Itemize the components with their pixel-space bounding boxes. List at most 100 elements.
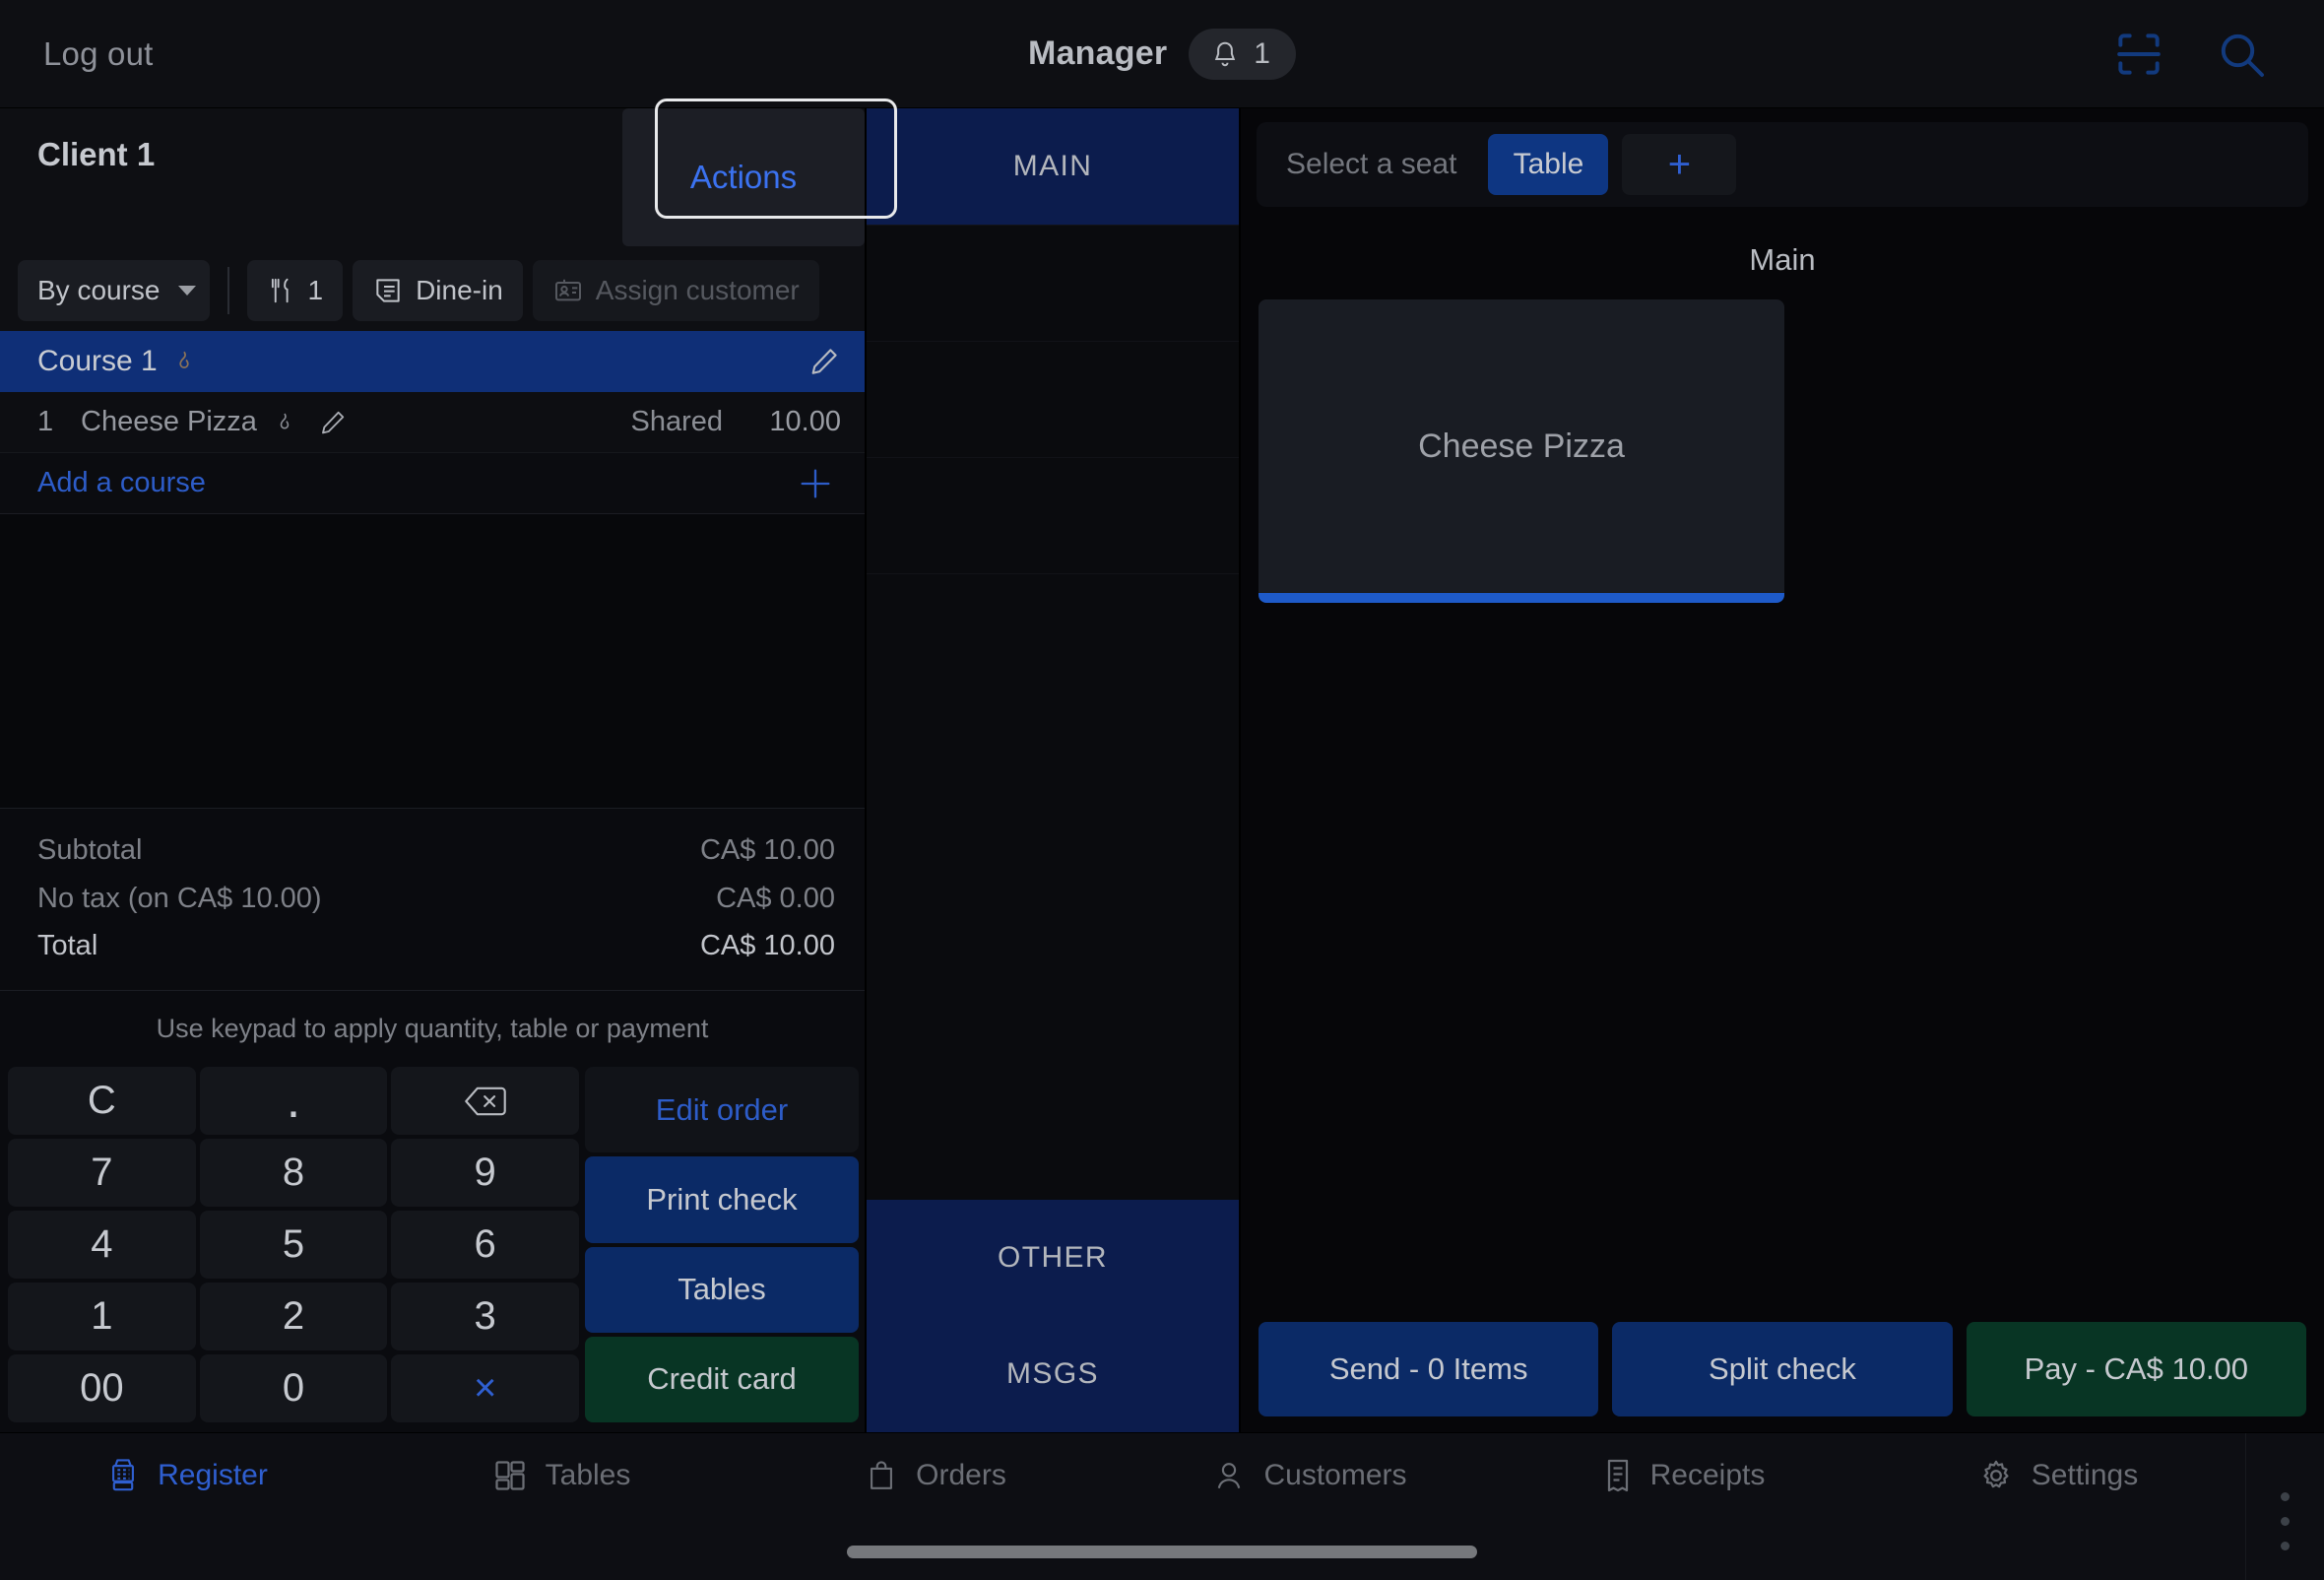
- key-6[interactable]: 6: [391, 1211, 579, 1279]
- key-0[interactable]: 0: [199, 1354, 388, 1422]
- add-course-button[interactable]: Add a course: [0, 453, 865, 514]
- edit-order-button[interactable]: Edit order: [585, 1067, 859, 1153]
- send-button[interactable]: Send - 0 Items: [1259, 1322, 1599, 1416]
- keypad-hint: Use keypad to apply quantity, table or p…: [0, 990, 865, 1067]
- customer-card-icon: [552, 275, 584, 306]
- seat-tab-table[interactable]: Table: [1488, 134, 1609, 195]
- backspace-icon: [463, 1085, 508, 1118]
- logout-button[interactable]: Log out: [43, 35, 154, 73]
- key-7[interactable]: 7: [8, 1139, 196, 1207]
- bell-icon: [1210, 38, 1240, 70]
- sort-by-course-dropdown[interactable]: By course: [18, 260, 210, 321]
- split-check-button[interactable]: Split check: [1612, 1322, 1953, 1416]
- course-row[interactable]: Course 1: [0, 331, 865, 392]
- pos-app: Log out Manager 1 Client 1 Actions By co…: [0, 0, 2324, 1580]
- seat-selector-label: Select a seat: [1286, 148, 1457, 180]
- nav-label-receipts: Receipts: [1649, 1459, 1766, 1491]
- order-totals: Subtotal CA$ 10.00 No tax (on CA$ 10.00)…: [0, 807, 865, 990]
- item-seat: Shared: [630, 406, 723, 437]
- edit-course-icon[interactable]: [807, 345, 841, 378]
- nav-label-register: Register: [158, 1459, 268, 1491]
- shopping-bag-icon: [865, 1458, 898, 1493]
- assign-customer-button[interactable]: Assign customer: [532, 260, 819, 321]
- category-slot-empty[interactable]: [867, 225, 1239, 341]
- total-value: CA$ 10.00: [699, 930, 835, 962]
- nav-item-settings[interactable]: Settings: [1871, 1458, 2245, 1493]
- nav-label-tables: Tables: [545, 1459, 631, 1491]
- bottom-navigation: Register Tables Orders Customers Receipt…: [0, 1432, 2324, 1580]
- nav-label-customers: Customers: [1263, 1459, 1407, 1491]
- totals-row: Subtotal CA$ 10.00: [37, 826, 835, 875]
- key-8[interactable]: 8: [199, 1139, 388, 1207]
- nav-item-register[interactable]: Register: [0, 1457, 374, 1494]
- category-spacer: [867, 690, 1239, 1200]
- register-icon: [106, 1457, 140, 1494]
- nav-item-customers[interactable]: Customers: [1123, 1458, 1497, 1493]
- key-decimal[interactable]: .: [199, 1067, 388, 1135]
- guest-count: 1: [307, 275, 324, 305]
- total-label: Total: [37, 930, 98, 962]
- key-clear[interactable]: C: [8, 1067, 196, 1135]
- key-backspace[interactable]: [391, 1067, 579, 1135]
- gear-icon: [1978, 1458, 2014, 1493]
- edit-item-icon[interactable]: [318, 408, 348, 437]
- key-2[interactable]: 2: [199, 1283, 388, 1350]
- key-double-zero[interactable]: 00: [8, 1354, 196, 1422]
- add-seat-button[interactable]: +: [1622, 134, 1737, 195]
- chevron-down-icon: [177, 286, 196, 296]
- key-multiply[interactable]: ×: [391, 1354, 579, 1422]
- plus-icon: [796, 464, 835, 503]
- nav-label-settings: Settings: [2031, 1459, 2139, 1491]
- vertical-dots-icon[interactable]: [2245, 1433, 2324, 1580]
- nav-label-orders: Orders: [916, 1459, 1006, 1491]
- role-label: Manager: [1028, 34, 1168, 72]
- print-check-button[interactable]: Print check: [585, 1156, 859, 1243]
- category-msgs[interactable]: MSGS: [867, 1316, 1239, 1432]
- actions-button[interactable]: Actions: [622, 108, 865, 246]
- credit-card-button[interactable]: Credit card: [585, 1336, 859, 1422]
- nav-item-orders[interactable]: Orders: [748, 1458, 1123, 1493]
- category-slot-empty[interactable]: [867, 457, 1239, 573]
- receipt-icon: [1603, 1458, 1633, 1493]
- keypad-side-buttons: Edit order Print check Tables Credit car…: [585, 1067, 859, 1422]
- dining-mode-button[interactable]: Dine-in: [353, 260, 523, 321]
- add-course-label: Add a course: [37, 467, 206, 498]
- key-9[interactable]: 9: [391, 1139, 579, 1207]
- toolbar-divider: [226, 267, 229, 314]
- search-icon[interactable]: [2214, 27, 2269, 82]
- subtotal-label: Subtotal: [37, 833, 143, 866]
- flame-icon: [171, 348, 197, 375]
- order-panel: Client 1 Actions By course 1 Dine-in Ass…: [0, 99, 897, 1432]
- key-1[interactable]: 1: [8, 1283, 196, 1350]
- tables-grid-icon: [492, 1458, 528, 1493]
- item-name: Cheese Pizza: [81, 406, 257, 437]
- category-slot-empty[interactable]: [867, 341, 1239, 457]
- item-quantity: 1: [37, 406, 54, 437]
- item-price: 10.00: [769, 406, 841, 437]
- assign-customer-label: Assign customer: [595, 275, 800, 305]
- dining-mode-label: Dine-in: [416, 275, 503, 305]
- home-indicator[interactable]: [847, 1546, 1477, 1558]
- product-card[interactable]: Cheese Pizza: [1259, 299, 1784, 603]
- category-main[interactable]: MAIN: [867, 108, 1239, 225]
- tables-button[interactable]: Tables: [585, 1246, 859, 1333]
- totals-row: Total CA$ 10.00: [37, 922, 835, 970]
- tax-value: CA$ 0.00: [716, 882, 835, 914]
- keypad-digits: C . 7 8 9 4 5 6 1 2 3 00 0 ×: [8, 1067, 579, 1422]
- dot: [2281, 1517, 2290, 1526]
- nav-item-receipts[interactable]: Receipts: [1497, 1458, 1871, 1493]
- barcode-scan-icon[interactable]: [2111, 27, 2166, 82]
- nav-item-tables[interactable]: Tables: [374, 1458, 748, 1493]
- key-3[interactable]: 3: [391, 1283, 579, 1350]
- category-other[interactable]: OTHER: [867, 1200, 1239, 1316]
- key-5[interactable]: 5: [199, 1211, 388, 1279]
- fork-knife-icon: [267, 275, 296, 306]
- guest-count-button[interactable]: 1: [246, 260, 344, 321]
- category-slot-empty[interactable]: [867, 573, 1239, 690]
- notifications-button[interactable]: 1: [1189, 28, 1296, 80]
- top-bar: Log out Manager 1: [0, 0, 2324, 108]
- order-item-row[interactable]: 1 Cheese Pizza Shared 10.00: [0, 392, 865, 453]
- bottom-nav-items: Register Tables Orders Customers Receipt…: [0, 1433, 2245, 1494]
- pay-button[interactable]: Pay - CA$ 10.00: [1966, 1322, 2306, 1416]
- key-4[interactable]: 4: [8, 1211, 196, 1279]
